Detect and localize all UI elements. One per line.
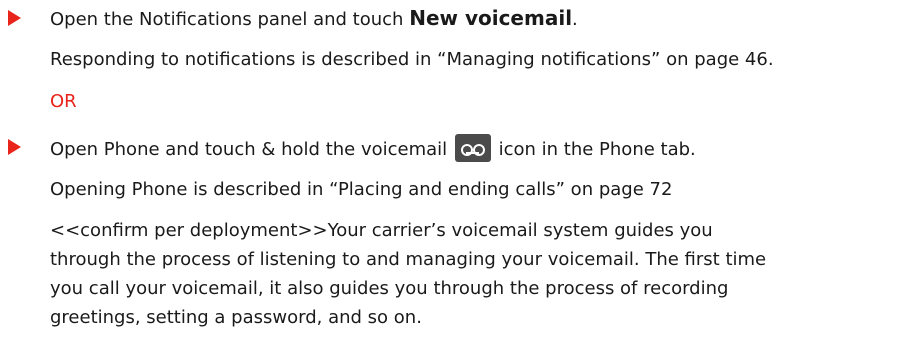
bullet-arrow-icon xyxy=(8,139,21,155)
new-voicemail-label: New voicemail xyxy=(409,6,573,30)
step-2-text-end: icon in the Phone tab. xyxy=(492,139,696,160)
step-1-period: . xyxy=(572,9,578,30)
step-1-instruction: Open the Notifications panel and touch N… xyxy=(50,7,578,31)
paragraph-line-2: through the process of listening to and … xyxy=(50,249,767,270)
step-2-note: Opening Phone is described in “Placing a… xyxy=(50,179,673,200)
step-2-instruction: Open Phone and touch & hold the voicemai… xyxy=(50,134,696,164)
or-label: OR xyxy=(50,91,77,112)
paragraph-line-3: you call your voicemail, it also guides … xyxy=(50,278,729,299)
paragraph-line-1: <<confirm per deployment>>Your carrier’s… xyxy=(50,220,713,241)
bullet-arrow-icon xyxy=(8,10,21,26)
step-1-note: Responding to notifications is described… xyxy=(50,49,774,70)
paragraph-line-4: greetings, setting a password, and so on… xyxy=(50,307,422,328)
voicemail-icon xyxy=(454,134,491,162)
step-1-text: Open the Notifications panel and touch xyxy=(50,9,410,30)
step-2-text: Open Phone and touch & hold the voicemai… xyxy=(50,139,453,160)
